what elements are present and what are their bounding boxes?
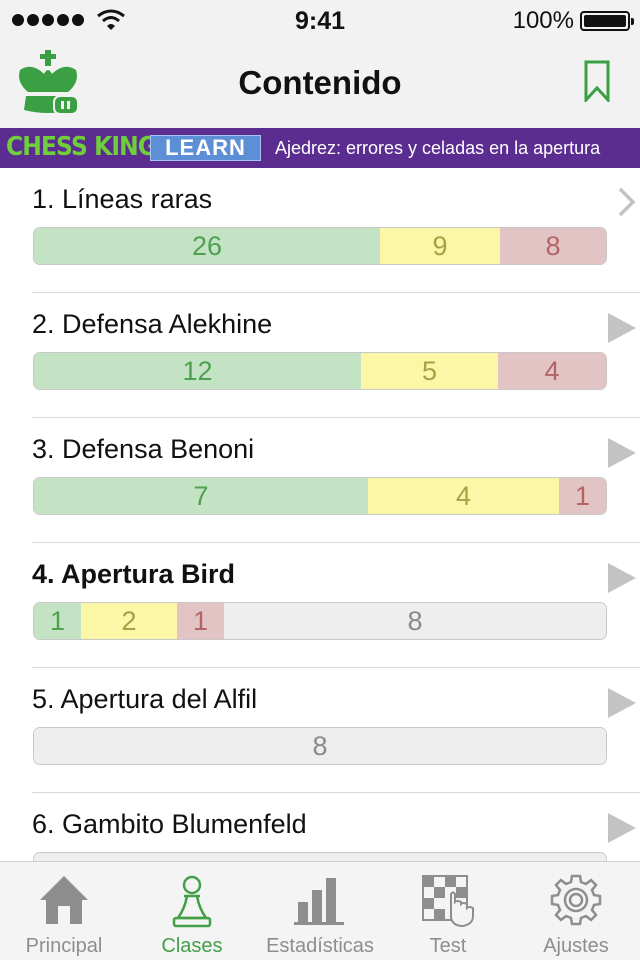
gear-icon xyxy=(550,874,602,926)
tab-label: Clases xyxy=(161,935,223,957)
progress-partial-segment: 2 xyxy=(81,603,177,639)
lesson-title: 3. Defensa Benoni xyxy=(32,434,255,464)
banner-brand: CHESS KING xyxy=(6,132,157,162)
play-icon[interactable] xyxy=(606,311,638,345)
progress-pending-segment: 8 xyxy=(224,603,606,639)
tab-ajustes[interactable]: Ajustes xyxy=(512,862,640,960)
tab-label: Estadísticas xyxy=(266,935,374,957)
chessboard-hand-icon xyxy=(422,875,474,928)
lesson-progress-bar: 7 4 1 xyxy=(33,477,607,515)
page-title: Contenido xyxy=(238,64,402,101)
tab-bar: Principal Clases Estadísticas Test Ajust… xyxy=(0,861,640,960)
lesson-row[interactable]: 5. Apertura del Alfil 8 xyxy=(32,668,640,793)
tab-estadisticas[interactable]: Estadísticas xyxy=(256,862,384,960)
status-bar: 9:41 100% xyxy=(0,0,640,40)
progress-solved-segment: 26 xyxy=(34,228,380,264)
lesson-row[interactable]: 3. Defensa Benoni 7 4 1 xyxy=(32,418,640,543)
progress-partial-segment: 9 xyxy=(380,228,500,264)
progress-partial-segment: 5 xyxy=(361,353,498,389)
lesson-row[interactable]: 1. Líneas raras 26 9 8 xyxy=(32,168,640,293)
progress-failed-segment: 1 xyxy=(559,478,606,514)
lesson-title: 2. Defensa Alekhine xyxy=(32,309,273,339)
lesson-title: 4. Apertura Bird xyxy=(32,559,236,589)
lesson-title: 6. Gambito Blumenfeld xyxy=(32,809,307,839)
tab-label: Ajustes xyxy=(543,935,609,957)
progress-failed-segment: 1 xyxy=(177,603,224,639)
banner-learn-badge: LEARN xyxy=(150,135,261,161)
tab-label: Test xyxy=(429,935,467,957)
play-icon[interactable] xyxy=(606,686,638,720)
progress-pending-segment: 8 xyxy=(34,728,606,764)
lesson-title: 5. Apertura del Alfil xyxy=(32,684,258,714)
progress-failed-segment: 8 xyxy=(500,228,606,264)
course-banner[interactable]: CHESS KING LEARN Ajedrez: errores y cela… xyxy=(0,128,640,168)
progress-solved-segment: 7 xyxy=(34,478,368,514)
lesson-progress-bar: 8 xyxy=(33,727,607,765)
bookmark-icon[interactable] xyxy=(584,60,610,102)
lesson-row[interactable]: 4. Apertura Bird 1 2 1 8 xyxy=(32,543,640,668)
progress-solved-segment: 1 xyxy=(34,603,81,639)
lesson-list[interactable]: 1. Líneas raras 26 9 8 2. Defensa Alekhi… xyxy=(0,168,640,861)
home-icon xyxy=(40,876,88,924)
play-icon[interactable] xyxy=(606,561,638,595)
chevron-right-icon[interactable] xyxy=(614,186,638,218)
progress-failed-segment: 4 xyxy=(498,353,606,389)
progress-pending-segment: 8 xyxy=(34,853,606,861)
navigation-bar: Contenido xyxy=(0,40,640,128)
lesson-progress-bar: 12 5 4 xyxy=(33,352,607,390)
progress-partial-segment: 4 xyxy=(368,478,559,514)
lesson-row[interactable]: 6. Gambito Blumenfeld 8 xyxy=(32,793,640,861)
tab-label: Principal xyxy=(25,935,103,957)
bar-chart-icon xyxy=(294,878,344,925)
tab-principal[interactable]: Principal xyxy=(0,862,128,960)
play-icon[interactable] xyxy=(606,436,638,470)
progress-solved-segment: 12 xyxy=(34,353,361,389)
lesson-progress-bar: 8 xyxy=(33,852,607,861)
battery-percentage: 100% xyxy=(512,7,574,34)
banner-course-title: Ajedrez: errores y celadas en la apertur… xyxy=(275,138,601,158)
lesson-progress-bar: 1 2 1 8 xyxy=(33,602,607,640)
battery-icon xyxy=(580,11,634,31)
lesson-progress-bar: 26 9 8 xyxy=(33,227,607,265)
play-icon[interactable] xyxy=(606,811,638,845)
tab-test[interactable]: Test xyxy=(384,862,512,960)
lesson-title: 1. Líneas raras xyxy=(32,184,213,214)
tab-clases[interactable]: Clases xyxy=(128,862,256,960)
lesson-row[interactable]: 2. Defensa Alekhine 12 5 4 xyxy=(32,293,640,418)
pawn-icon xyxy=(172,875,212,928)
